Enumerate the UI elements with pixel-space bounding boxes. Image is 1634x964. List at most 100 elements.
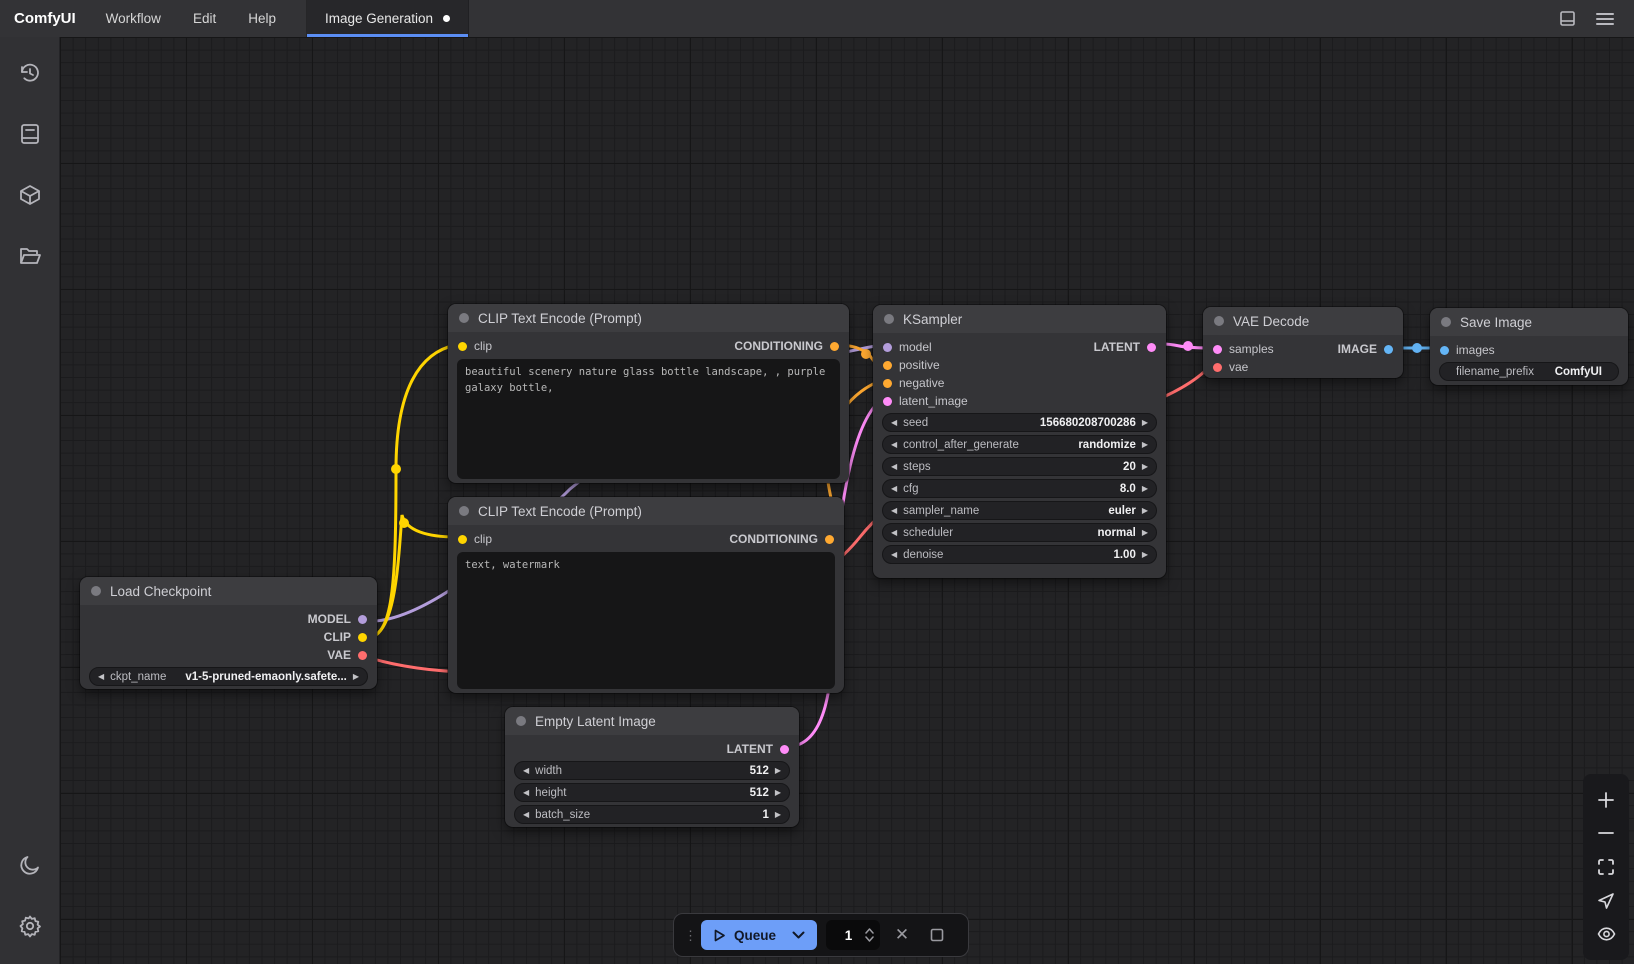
input-port-clip[interactable] bbox=[458, 342, 467, 351]
node-header[interactable]: Empty Latent Image bbox=[505, 707, 799, 735]
toolbar-drag-handle[interactable]: ⋮ bbox=[684, 931, 692, 940]
collapse-dot[interactable] bbox=[1441, 317, 1451, 327]
menu-edit[interactable]: Edit bbox=[177, 0, 232, 37]
widget-sampler-name[interactable]: ◀ sampler_name euler ▶ bbox=[882, 501, 1157, 520]
bottom-panel-toggle-icon[interactable] bbox=[1552, 4, 1582, 34]
arrow-right-icon[interactable]: ▶ bbox=[775, 767, 781, 775]
toggle-link-visibility-eye-icon[interactable] bbox=[1592, 920, 1620, 948]
menu-help[interactable]: Help bbox=[232, 0, 292, 37]
output-port-vae[interactable] bbox=[358, 651, 367, 660]
arrow-left-icon[interactable]: ◀ bbox=[891, 419, 897, 427]
input-port-images[interactable] bbox=[1440, 346, 1449, 355]
widget-steps[interactable]: ◀ steps 20 ▶ bbox=[882, 457, 1157, 476]
arrow-left-icon[interactable]: ◀ bbox=[891, 441, 897, 449]
input-port-samples[interactable] bbox=[1213, 345, 1222, 354]
arrow-right-icon[interactable]: ▶ bbox=[775, 811, 781, 819]
arrow-left-icon[interactable]: ◀ bbox=[891, 463, 897, 471]
stepper-up-icon[interactable] bbox=[865, 928, 874, 934]
arrow-left-icon[interactable]: ◀ bbox=[891, 551, 897, 559]
arrow-left-icon[interactable]: ◀ bbox=[891, 485, 897, 493]
arrow-right-icon[interactable]: ▶ bbox=[353, 673, 359, 681]
node-vae-decode[interactable]: VAE Decode samples IMAGE vae bbox=[1203, 307, 1403, 378]
arrow-left-icon[interactable]: ◀ bbox=[891, 529, 897, 537]
widget-control-after-generate[interactable]: ◀ control_after_generate randomize ▶ bbox=[882, 435, 1157, 454]
arrow-right-icon[interactable]: ▶ bbox=[1142, 441, 1148, 449]
fit-view-icon[interactable] bbox=[1592, 853, 1620, 881]
node-clip-text-encode-negative[interactable]: CLIP Text Encode (Prompt) clip CONDITION… bbox=[448, 497, 844, 693]
node-header[interactable]: Load Checkpoint bbox=[80, 577, 377, 605]
input-port-latent-image[interactable] bbox=[883, 397, 892, 406]
prompt-textarea[interactable]: text, watermark bbox=[457, 552, 835, 689]
node-header[interactable]: VAE Decode bbox=[1203, 307, 1403, 335]
collapse-dot[interactable] bbox=[91, 586, 101, 596]
arrow-left-icon[interactable]: ◀ bbox=[891, 507, 897, 515]
batch-count-input[interactable]: 1 bbox=[826, 920, 880, 950]
workflows-folder-icon[interactable] bbox=[8, 234, 52, 278]
input-port-negative[interactable] bbox=[883, 379, 892, 388]
widget-scheduler[interactable]: ◀ scheduler normal ▶ bbox=[882, 523, 1157, 542]
collapse-dot[interactable] bbox=[1214, 316, 1224, 326]
arrow-left-icon[interactable]: ◀ bbox=[523, 811, 529, 819]
select-mode-cursor-icon[interactable] bbox=[1592, 887, 1620, 915]
arrow-left-icon[interactable]: ◀ bbox=[523, 789, 529, 797]
arrow-right-icon[interactable]: ▶ bbox=[1142, 485, 1148, 493]
widget-filename-prefix[interactable]: filename_prefix ComfyUI bbox=[1439, 362, 1619, 381]
collapse-dot[interactable] bbox=[516, 716, 526, 726]
output-port-model[interactable] bbox=[358, 615, 367, 624]
settings-gear-icon[interactable] bbox=[8, 904, 52, 948]
arrow-left-icon[interactable]: ◀ bbox=[98, 673, 104, 681]
zoom-out-icon[interactable] bbox=[1592, 819, 1620, 847]
input-port-clip[interactable] bbox=[458, 535, 467, 544]
node-header[interactable]: CLIP Text Encode (Prompt) bbox=[448, 497, 844, 525]
output-port-conditioning[interactable] bbox=[830, 342, 839, 351]
widget-cfg[interactable]: ◀ cfg 8.0 ▶ bbox=[882, 479, 1157, 498]
input-port-vae[interactable] bbox=[1213, 363, 1222, 372]
widget-batch-size[interactable]: ◀ batch_size 1 ▶ bbox=[514, 805, 790, 824]
collapse-dot[interactable] bbox=[884, 314, 894, 324]
zoom-in-icon[interactable] bbox=[1592, 786, 1620, 814]
prompt-textarea[interactable]: beautiful scenery nature glass bottle la… bbox=[457, 359, 840, 479]
queue-button[interactable]: Queue bbox=[701, 920, 817, 950]
stepper-down-icon[interactable] bbox=[865, 936, 874, 942]
node-load-checkpoint[interactable]: Load Checkpoint MODEL CLIP VAE ◀ ckpt_na… bbox=[80, 577, 377, 689]
tab-image-generation[interactable]: Image Generation bbox=[307, 0, 469, 37]
widget-seed[interactable]: ◀ seed 156680208700286 ▶ bbox=[882, 413, 1157, 432]
collapse-dot[interactable] bbox=[459, 506, 469, 516]
model-library-icon[interactable] bbox=[8, 173, 52, 217]
theme-toggle-moon-icon[interactable] bbox=[8, 843, 52, 887]
arrow-right-icon[interactable]: ▶ bbox=[1142, 551, 1148, 559]
node-header[interactable]: CLIP Text Encode (Prompt) bbox=[448, 304, 849, 332]
queue-options-chevron-icon[interactable] bbox=[792, 931, 805, 939]
input-port-positive[interactable] bbox=[883, 361, 892, 370]
collapse-dot[interactable] bbox=[459, 313, 469, 323]
hamburger-menu-icon[interactable] bbox=[1590, 4, 1620, 34]
arrow-right-icon[interactable]: ▶ bbox=[1142, 529, 1148, 537]
arrow-right-icon[interactable]: ▶ bbox=[1142, 463, 1148, 471]
output-port-latent[interactable] bbox=[1147, 343, 1156, 352]
node-graph-canvas[interactable]: Load Checkpoint MODEL CLIP VAE ◀ ckpt_na… bbox=[60, 37, 1634, 964]
widget-height[interactable]: ◀ height 512 ▶ bbox=[514, 783, 790, 802]
node-ksampler[interactable]: KSampler model LATENT positive negative bbox=[873, 305, 1166, 578]
output-port-latent[interactable] bbox=[780, 745, 789, 754]
menu-workflow[interactable]: Workflow bbox=[90, 0, 177, 37]
node-header[interactable]: KSampler bbox=[873, 305, 1166, 333]
input-port-model[interactable] bbox=[883, 343, 892, 352]
batch-count-value[interactable]: 1 bbox=[832, 928, 865, 943]
arrow-right-icon[interactable]: ▶ bbox=[775, 789, 781, 797]
arrow-left-icon[interactable]: ◀ bbox=[523, 767, 529, 775]
arrow-right-icon[interactable]: ▶ bbox=[1142, 507, 1148, 515]
widget-width[interactable]: ◀ width 512 ▶ bbox=[514, 761, 790, 780]
node-header[interactable]: Save Image bbox=[1430, 308, 1628, 336]
widget-denoise[interactable]: ◀ denoise 1.00 ▶ bbox=[882, 545, 1157, 564]
node-empty-latent-image[interactable]: Empty Latent Image LATENT ◀ width 512 ▶ … bbox=[505, 707, 799, 827]
output-port-image[interactable] bbox=[1384, 345, 1393, 354]
clear-queue-icon[interactable]: ✕ bbox=[889, 922, 915, 948]
arrow-right-icon[interactable]: ▶ bbox=[1142, 419, 1148, 427]
node-save-image[interactable]: Save Image images filename_prefix ComfyU… bbox=[1430, 308, 1628, 385]
output-port-clip[interactable] bbox=[358, 633, 367, 642]
node-clip-text-encode-positive[interactable]: CLIP Text Encode (Prompt) clip CONDITION… bbox=[448, 304, 849, 483]
history-icon[interactable] bbox=[8, 51, 52, 95]
queue-log-icon[interactable] bbox=[8, 112, 52, 156]
stop-icon[interactable] bbox=[924, 922, 950, 948]
widget-ckpt-name[interactable]: ◀ ckpt_name v1-5-pruned-emaonly.safete..… bbox=[89, 667, 368, 686]
